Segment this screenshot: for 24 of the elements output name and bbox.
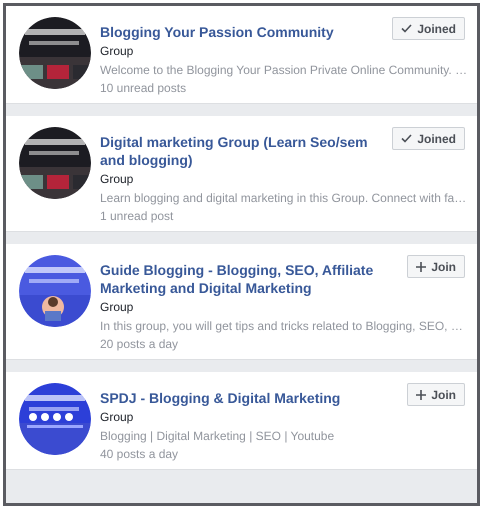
- group-activity: 1 unread post: [100, 208, 174, 225]
- group-type: Group: [100, 299, 134, 316]
- group-description: Welcome to the Blogging Your Passion Private Online Community. …: [100, 62, 465, 79]
- joined-button[interactable]: Joined: [392, 17, 465, 40]
- group-activity: 40 posts a day: [100, 446, 180, 463]
- group-description: In this group, you will get tips and tricks related to Blogging, SEO, …: [100, 318, 464, 335]
- group-type: Group: [100, 43, 134, 60]
- plus-icon: [416, 262, 426, 272]
- group-title[interactable]: Blogging Your Passion Community: [100, 14, 384, 41]
- plus-icon: [416, 390, 426, 400]
- group-description: Blogging | Digital Marketing | SEO | Youtube: [100, 428, 336, 445]
- check-icon: [401, 134, 412, 143]
- group-type: Group: [100, 171, 134, 188]
- join-button[interactable]: Join: [407, 255, 465, 278]
- joined-button[interactable]: Joined: [392, 127, 465, 150]
- group-type: Group: [100, 409, 134, 426]
- group-title[interactable]: Guide Blogging - Blogging, SEO, Affiliate Marketing and Digital Marketing: [100, 252, 400, 297]
- group-title[interactable]: Digital marketing Group (Learn Seo/sem and blogging): [100, 124, 384, 169]
- group-title[interactable]: SPDJ - Blogging & Digital Marketing: [100, 380, 400, 407]
- group-activity: 10 unread posts: [100, 80, 188, 97]
- join-button[interactable]: Join: [407, 383, 465, 406]
- check-icon: [401, 24, 412, 33]
- group-description: Learn blogging and digital marketing in this Group. Connect with fa…: [100, 190, 465, 207]
- group-activity: 20 posts a day: [100, 336, 180, 353]
